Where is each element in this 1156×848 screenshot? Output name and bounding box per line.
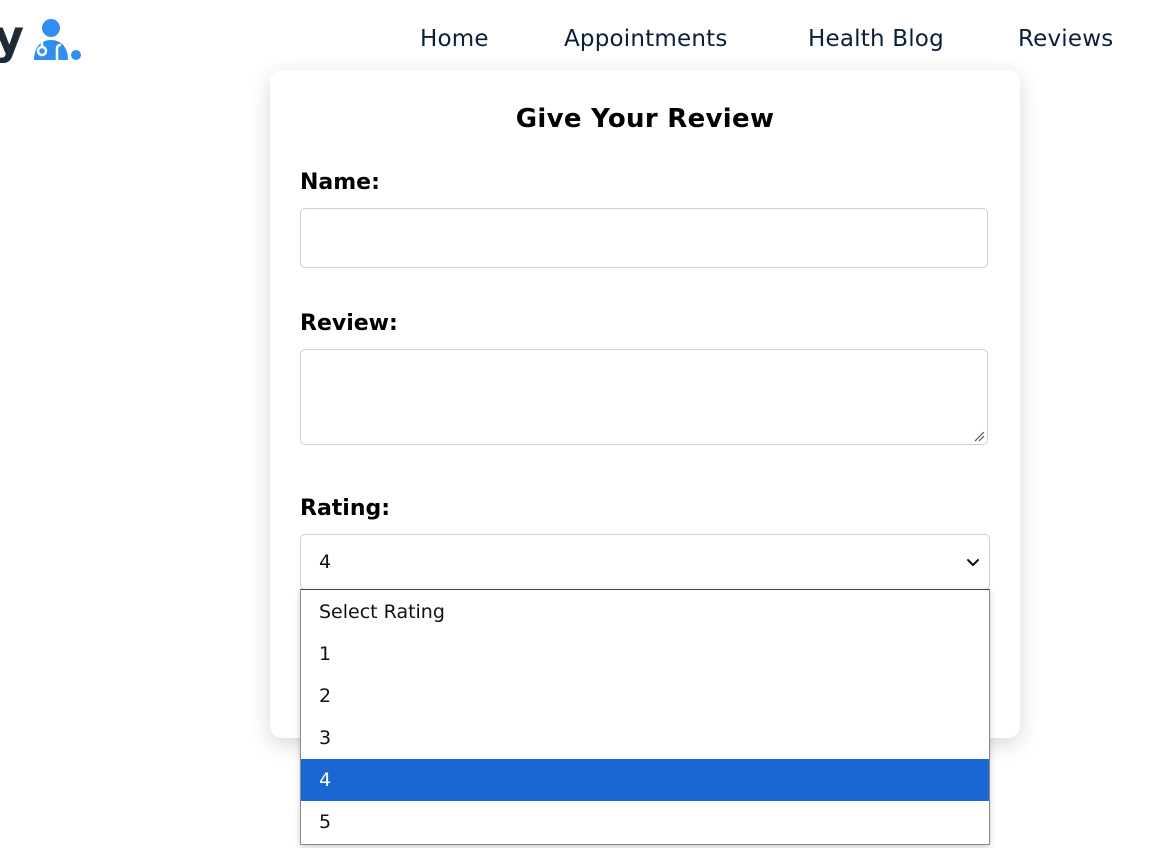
form-title: Give Your Review	[515, 104, 775, 134]
chevron-down-icon	[967, 559, 979, 566]
rating-option[interactable]: 2	[301, 675, 989, 717]
nav-reviews[interactable]: Reviews	[1018, 26, 1113, 52]
rating-option[interactable]: 5	[301, 801, 989, 843]
rating-select[interactable]: 4	[300, 534, 990, 590]
rating-selected-value: 4	[319, 551, 332, 573]
review-textarea[interactable]	[300, 349, 988, 445]
rating-option-selected[interactable]: 4	[301, 759, 989, 801]
review-label: Review:	[300, 311, 398, 336]
nav-health-blog[interactable]: Health Blog	[808, 26, 944, 52]
rating-label: Rating:	[300, 496, 391, 521]
main-nav: Home Appointments Health Blog Reviews	[0, 26, 1156, 60]
rating-dropdown-list: Select Rating 1 2 3 4 5	[300, 589, 990, 845]
nav-appointments[interactable]: Appointments	[564, 26, 728, 52]
name-input[interactable]	[300, 208, 988, 268]
rating-option[interactable]: 3	[301, 717, 989, 759]
rating-option[interactable]: Select Rating	[301, 591, 989, 633]
name-label: Name:	[300, 170, 380, 195]
nav-home[interactable]: Home	[420, 26, 489, 52]
resize-handle-icon[interactable]	[974, 431, 985, 442]
rating-option[interactable]: 1	[301, 633, 989, 675]
